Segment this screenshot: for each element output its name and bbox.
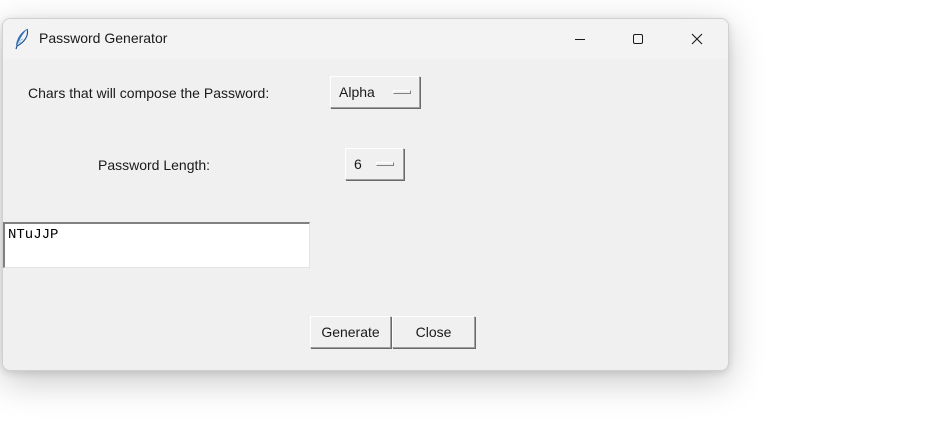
chars-dropdown[interactable]: Alpha — [330, 76, 420, 108]
dropdown-indicator-icon — [393, 90, 411, 94]
length-label: Password Length: — [98, 157, 211, 173]
length-dropdown-value: 6 — [354, 156, 362, 172]
feather-icon — [13, 28, 31, 50]
title-bar[interactable]: Password Generator — [3, 19, 728, 59]
close-window-button[interactable] — [668, 19, 726, 59]
minimize-button[interactable] — [551, 19, 609, 59]
window-title: Password Generator — [39, 30, 168, 46]
length-dropdown[interactable]: 6 — [345, 148, 404, 180]
maximize-icon — [632, 33, 644, 45]
password-output-field[interactable]: NTuJJP — [3, 222, 310, 268]
maximize-button[interactable] — [609, 19, 667, 59]
close-icon — [691, 33, 703, 45]
dropdown-indicator-icon — [376, 162, 394, 166]
generate-button[interactable]: Generate — [310, 316, 391, 348]
minimize-icon — [574, 33, 586, 45]
close-button[interactable]: Close — [392, 316, 475, 348]
chars-label: Chars that will compose the Password: — [28, 85, 270, 101]
chars-dropdown-value: Alpha — [339, 84, 375, 100]
password-generator-window: Password Generator Chars that will compo… — [2, 18, 729, 371]
